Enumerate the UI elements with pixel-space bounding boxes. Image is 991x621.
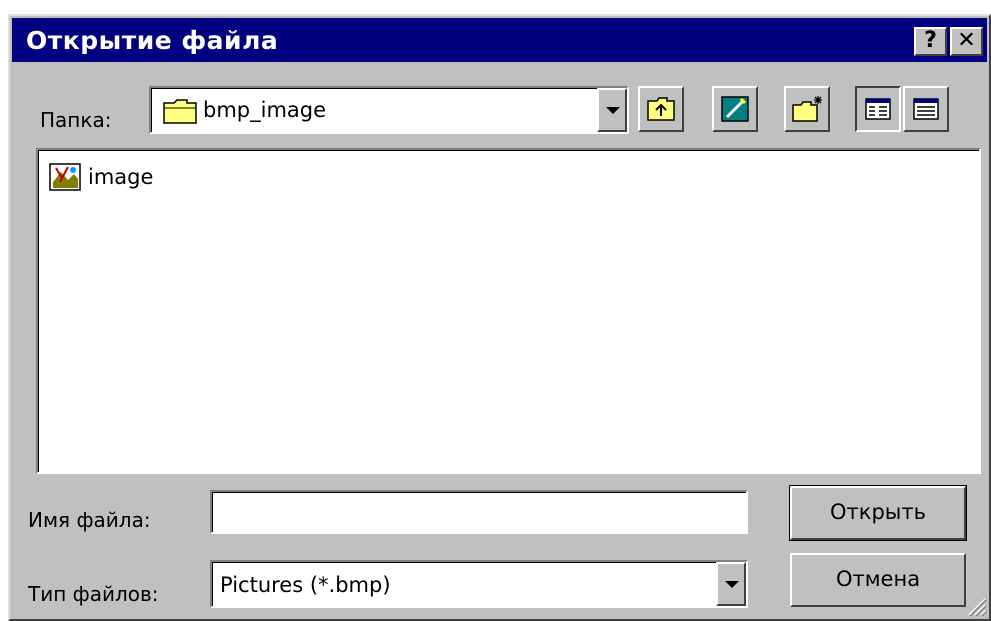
title-bar[interactable]: Открытие файла ? ✕ [12, 18, 987, 62]
list-view-button[interactable] [855, 86, 901, 132]
filename-label: Имя файла: [28, 508, 151, 532]
open-file-dialog: Открытие файла ? ✕ Папка: bmp_image imag… [8, 14, 991, 621]
new-folder-button[interactable] [784, 86, 830, 132]
cancel-button[interactable]: Отмена [790, 553, 966, 607]
file-name: image [88, 165, 154, 189]
folder-combo[interactable]: bmp_image [149, 86, 629, 134]
close-button[interactable]: ✕ [950, 27, 983, 56]
desktop-icon [721, 96, 749, 122]
filetype-label: Тип файлов: [28, 582, 159, 606]
up-folder-button[interactable] [638, 86, 684, 132]
filename-field[interactable] [210, 490, 748, 534]
folder-icon [163, 99, 197, 124]
filetype-dropdown-button[interactable] [716, 562, 746, 606]
new-folder-icon [792, 96, 822, 122]
filetype-value: Pictures (*.bmp) [220, 573, 391, 597]
desktop-button[interactable] [712, 86, 758, 132]
up-folder-icon [647, 97, 675, 121]
folder-label: Папка: [40, 108, 112, 132]
filetype-combo[interactable]: Pictures (*.bmp) [210, 560, 748, 608]
folder-value: bmp_image [203, 98, 327, 122]
resize-grip[interactable] [965, 595, 987, 617]
image-file-icon [49, 163, 81, 191]
folder-dropdown-button[interactable] [597, 88, 627, 132]
details-view-button[interactable] [903, 86, 949, 132]
open-button[interactable]: Открыть [790, 486, 966, 540]
dialog-title: Открытие файла [26, 26, 279, 55]
list-view-icon [865, 98, 891, 120]
help-button[interactable]: ? [914, 27, 947, 56]
file-list[interactable]: image [36, 148, 981, 474]
details-view-icon [913, 98, 939, 120]
